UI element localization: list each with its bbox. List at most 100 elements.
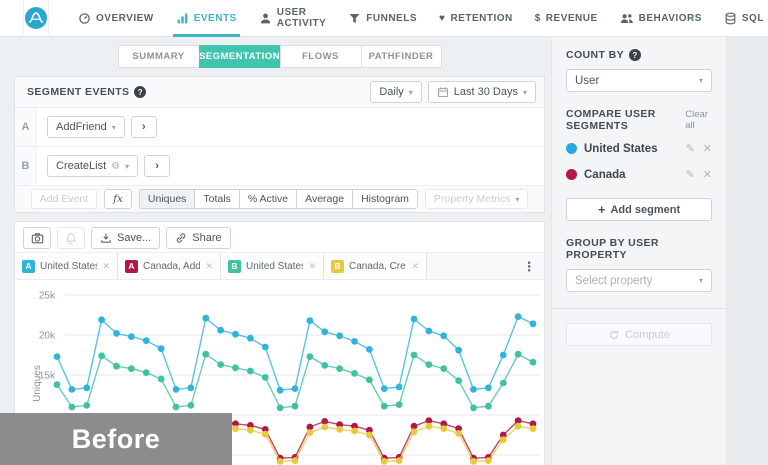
metric-totals[interactable]: Totals xyxy=(194,189,238,209)
save-button[interactable]: Save... xyxy=(91,227,160,249)
group-by-select[interactable]: Select property ▾ xyxy=(566,269,712,292)
event-select-a[interactable]: AddFriend ▾ xyxy=(47,116,125,138)
event-row-key: B xyxy=(15,147,37,185)
help-icon[interactable]: ? xyxy=(134,86,146,98)
legend-tab-us-addfriend[interactable]: A United States, Add... ✕ xyxy=(15,253,118,279)
compute-button[interactable]: Compute xyxy=(566,323,712,346)
logo-cell[interactable] xyxy=(23,0,49,36)
compare-segments-header: COMPARE USER SEGMENTS Clear all xyxy=(566,108,712,132)
close-icon[interactable]: ✕ xyxy=(411,261,419,272)
download-icon xyxy=(100,232,112,244)
property-metrics-dropdown[interactable]: Property Metrics ▾ xyxy=(425,189,528,209)
nav-item-user-activity[interactable]: USER ACTIVITY xyxy=(248,0,338,36)
gauge-icon xyxy=(78,12,91,25)
count-by-select[interactable]: User ▾ xyxy=(566,69,712,92)
nav-item-behaviors[interactable]: BEHAVIORS xyxy=(609,0,713,36)
pencil-icon[interactable]: ✎ xyxy=(686,142,695,155)
nav-item-revenue[interactable]: $ REVENUE xyxy=(524,0,609,36)
clear-all-link[interactable]: Clear all xyxy=(685,109,712,131)
pencil-icon[interactable]: ✎ xyxy=(686,168,695,181)
dollar-icon: $ xyxy=(535,13,541,24)
main-column: SUMMARY SEGMENTATION FLOWS PATHFINDER SE… xyxy=(0,37,551,465)
nav-item-label: OVERVIEW xyxy=(96,13,154,24)
close-icon[interactable]: ✕ xyxy=(102,261,110,272)
close-icon[interactable]: ✕ xyxy=(703,142,712,155)
event-select-b[interactable]: CreateList ⚙ ▾ xyxy=(47,155,138,177)
tab-segmentation[interactable]: SEGMENTATION xyxy=(199,45,280,68)
calendar-icon xyxy=(437,86,449,98)
people-icon xyxy=(620,12,634,25)
nav-item-label: SQL xyxy=(742,13,764,24)
chevron-down-icon: ▾ xyxy=(523,88,527,97)
nav-item-label: USER ACTIVITY xyxy=(277,7,327,29)
close-icon[interactable]: ✕ xyxy=(308,261,316,272)
share-button[interactable]: Share xyxy=(166,227,230,249)
nav-item-sql[interactable]: SQL xyxy=(713,0,768,36)
nav-item-label: RETENTION xyxy=(450,13,512,24)
snapshot-button[interactable] xyxy=(23,227,51,249)
nav-item-retention[interactable]: ♥ RETENTION xyxy=(428,0,524,36)
event-row-key: A xyxy=(15,108,37,146)
funnel-icon xyxy=(348,12,361,25)
camera-icon xyxy=(31,232,44,244)
legend-overflow-menu-button[interactable]: ⋮ xyxy=(520,257,538,277)
top-nav: OVERVIEW EVENTS USER ACTIVITY FUNNELS ♥ … xyxy=(0,0,768,37)
metric-average[interactable]: Average xyxy=(296,189,352,209)
series-badge: B xyxy=(228,260,241,273)
group-by-label: GROUP BY USER PROPERTY xyxy=(566,237,712,261)
segment-row-united-states: United States ✎ ✕ xyxy=(566,142,712,155)
add-segment-button[interactable]: + Add segment xyxy=(566,198,712,221)
nav-item-funnels[interactable]: FUNNELS xyxy=(337,0,428,36)
tab-flows[interactable]: FLOWS xyxy=(280,45,361,68)
segment-events-panel: SEGMENT EVENTS ? Daily ▾ Last 30 Days ▾ xyxy=(14,76,545,213)
link-icon xyxy=(175,232,187,244)
nav-item-events[interactable]: EVENTS xyxy=(165,0,248,36)
help-icon[interactable]: ? xyxy=(629,49,641,61)
expand-event-a-button[interactable]: › xyxy=(131,116,157,138)
right-sidebar: COUNT BY ? User ▾ COMPARE USER SEGMENTS … xyxy=(551,37,727,465)
chevron-down-icon: ▾ xyxy=(112,123,116,132)
nav-item-label: FUNNELS xyxy=(366,13,417,24)
metric-percent-active[interactable]: % Active xyxy=(239,189,296,209)
database-icon xyxy=(724,12,737,25)
alert-bell-button[interactable] xyxy=(57,227,85,249)
close-icon[interactable]: ✕ xyxy=(205,261,213,272)
before-annotation-overlay: Before xyxy=(0,413,232,465)
bar-chart-icon xyxy=(176,12,189,25)
segment-color-dot xyxy=(566,169,577,180)
bell-icon xyxy=(65,232,77,245)
nav-item-overview[interactable]: OVERVIEW xyxy=(67,0,165,36)
event-row-b: B CreateList ⚙ ▾ › xyxy=(15,147,544,186)
segment-row-canada: Canada ✎ ✕ xyxy=(566,168,712,181)
nav-item-label: BEHAVIORS xyxy=(639,13,702,24)
user-icon xyxy=(259,12,272,25)
legend-tab-us-createlist[interactable]: B United States, Cre... ✕ xyxy=(221,253,324,279)
app-root: OVERVIEW EVENTS USER ACTIVITY FUNNELS ♥ … xyxy=(0,0,768,465)
formula-button[interactable]: fx xyxy=(104,189,132,209)
chevron-right-icon: › xyxy=(155,160,159,172)
segment-events-controls: Daily ▾ Last 30 Days ▾ xyxy=(370,81,536,103)
expand-event-b-button[interactable]: › xyxy=(144,155,170,177)
gear-icon: ⚙ xyxy=(111,161,120,172)
metric-histogram[interactable]: Histogram xyxy=(352,189,418,209)
metrics-toolbar: Add Event fx Uniques Totals % Active Ave… xyxy=(15,186,544,212)
interval-dropdown[interactable]: Daily ▾ xyxy=(370,81,421,103)
content: SUMMARY SEGMENTATION FLOWS PATHFINDER SE… xyxy=(0,37,768,465)
nav-items: OVERVIEW EVENTS USER ACTIVITY FUNNELS ♥ … xyxy=(67,0,768,36)
chevron-right-icon: › xyxy=(142,121,146,133)
chevron-down-icon: ▾ xyxy=(699,276,703,285)
add-event-button[interactable]: Add Event xyxy=(31,189,97,209)
segment-events-header: SEGMENT EVENTS ? Daily ▾ Last 30 Days ▾ xyxy=(15,77,544,108)
tab-pathfinder[interactable]: PATHFINDER xyxy=(361,45,442,68)
date-range-dropdown[interactable]: Last 30 Days ▾ xyxy=(428,81,536,103)
close-icon[interactable]: ✕ xyxy=(703,168,712,181)
chevron-down-icon: ▾ xyxy=(125,162,129,171)
legend-tab-canada-addfriend[interactable]: A Canada, AddFriend ✕ xyxy=(118,253,221,279)
legend-tab-canada-createlist[interactable]: B Canada, CreateList ✕ xyxy=(324,253,427,279)
series-legend-tabs: A United States, Add... ✕ A Canada, AddF… xyxy=(15,252,544,280)
plus-icon: + xyxy=(598,202,606,217)
tab-summary[interactable]: SUMMARY xyxy=(118,45,199,68)
page-gutter xyxy=(727,37,768,465)
metric-uniques[interactable]: Uniques xyxy=(139,189,195,209)
svg-text:25k: 25k xyxy=(39,291,56,302)
